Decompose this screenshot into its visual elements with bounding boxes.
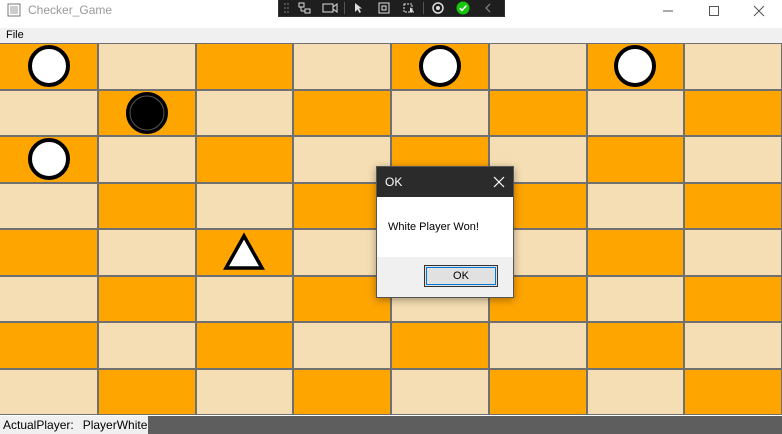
close-button[interactable] (736, 0, 782, 22)
collapse-toolbar-button[interactable] (477, 0, 499, 16)
display-adorners-button[interactable] (373, 0, 395, 16)
board-square-r3-c2[interactable] (197, 184, 292, 228)
dialog-footer: OK (377, 257, 513, 297)
board-square-r6-c5[interactable] (490, 323, 586, 368)
toolbar-grip-icon[interactable] (283, 0, 291, 16)
board-square-r1-c3[interactable] (294, 91, 390, 135)
board-square-r4-c6[interactable] (588, 230, 683, 275)
board-square-r7-c1[interactable] (99, 370, 195, 414)
actual-player-value: PlayerWhite (82, 418, 148, 432)
close-icon (753, 5, 765, 17)
dialog-body: White Player Won! (377, 197, 513, 257)
board-square-r0-c7[interactable] (685, 44, 781, 89)
board-square-r2-c7[interactable] (685, 137, 781, 182)
board-square-r5-c1[interactable] (99, 277, 195, 321)
board-square-r0-c5[interactable] (490, 44, 586, 89)
board-square-r1-c6[interactable] (588, 91, 683, 135)
dialog-title: OK (385, 175, 403, 189)
board-square-r6-c4[interactable] (392, 323, 488, 368)
minimize-icon (663, 10, 673, 12)
black-piece[interactable] (125, 91, 169, 135)
white-piece[interactable] (27, 137, 71, 181)
record-button[interactable] (319, 0, 341, 16)
board-square-r6-c7[interactable] (685, 323, 781, 368)
board-square-r0-c1[interactable] (99, 44, 195, 89)
board-square-r6-c2[interactable] (197, 323, 292, 368)
select-element-button[interactable] (348, 0, 370, 16)
select-cursor-icon (355, 3, 362, 13)
board-square-r1-c5[interactable] (490, 91, 586, 135)
board-square-r3-c6[interactable] (588, 184, 683, 228)
toolbar-separator (423, 2, 424, 14)
chevron-left-icon (485, 3, 491, 13)
toolbar-separator (344, 2, 345, 14)
board-square-r6-c0[interactable] (0, 323, 97, 368)
board-square-r0-c3[interactable] (294, 44, 390, 89)
ok-button[interactable]: OK (424, 265, 498, 287)
go-to-live-tree-button[interactable] (294, 0, 316, 16)
white-piece[interactable] (27, 44, 71, 88)
board-square-r5-c0[interactable] (0, 277, 97, 321)
white-piece[interactable] (418, 44, 462, 88)
video-camera-icon (322, 3, 338, 13)
board-square-r5-c2[interactable] (197, 277, 292, 321)
board-square-r2-c2[interactable] (197, 137, 292, 182)
binding-status-button[interactable] (452, 0, 474, 16)
board-square-r7-c4[interactable] (392, 370, 488, 414)
track-focus-button[interactable] (398, 0, 420, 16)
status-panel: ActualPlayer: PlayerWhite (0, 416, 148, 434)
board-square-r6-c3[interactable] (294, 323, 390, 368)
dialog-close-icon[interactable] (491, 174, 507, 190)
board-square-r7-c5[interactable] (490, 370, 586, 414)
message-dialog: OK White Player Won! OK (376, 166, 514, 298)
move-marker[interactable] (222, 230, 266, 274)
board-square-r1-c0[interactable] (0, 91, 97, 135)
board-square-r1-c7[interactable] (685, 91, 781, 135)
board-square-r4-c7[interactable] (685, 230, 781, 275)
board-square-r3-c1[interactable] (99, 184, 195, 228)
board-square-r7-c7[interactable] (685, 370, 781, 414)
adorner-square-icon (378, 2, 390, 14)
board-square-r7-c0[interactable] (0, 370, 97, 414)
board-square-r1-c4[interactable] (392, 91, 488, 135)
board-square-r5-c6[interactable] (588, 277, 683, 321)
hot-reload-button[interactable] (427, 0, 449, 16)
status-bar: ActualPlayer: PlayerWhite (0, 416, 782, 434)
board-square-r3-c7[interactable] (685, 184, 781, 228)
window-title: Checker_Game (28, 3, 113, 17)
board-square-r2-c1[interactable] (99, 137, 195, 182)
track-focus-icon (403, 3, 414, 13)
live-tree-icon (298, 2, 311, 14)
maximize-icon (709, 6, 719, 16)
board-square-r4-c0[interactable] (0, 230, 97, 275)
board-square-r4-c1[interactable] (99, 230, 195, 275)
maximize-button[interactable] (691, 0, 737, 22)
menu-bar: File (0, 28, 782, 43)
board-square-r7-c6[interactable] (588, 370, 683, 414)
board-square-r7-c3[interactable] (294, 370, 390, 414)
dialog-message: White Player Won! (388, 221, 479, 233)
menu-file[interactable]: File (6, 29, 24, 41)
hot-reload-icon (432, 2, 444, 14)
app-icon (7, 3, 21, 17)
board-square-r2-c6[interactable] (588, 137, 683, 182)
board-square-r3-c0[interactable] (0, 184, 97, 228)
board-square-r7-c2[interactable] (197, 370, 292, 414)
board-square-r0-c2[interactable] (197, 44, 292, 89)
actual-player-label: ActualPlayer: (3, 418, 74, 432)
board-square-r6-c1[interactable] (99, 323, 195, 368)
board-square-r6-c6[interactable] (588, 323, 683, 368)
board-square-r5-c7[interactable] (685, 277, 781, 321)
board-square-r1-c2[interactable] (197, 91, 292, 135)
white-piece[interactable] (613, 44, 657, 88)
dialog-title-bar: OK (377, 167, 513, 197)
minimize-button[interactable] (645, 0, 691, 22)
debug-toolbar (278, 0, 505, 17)
check-circle-icon (456, 1, 470, 15)
